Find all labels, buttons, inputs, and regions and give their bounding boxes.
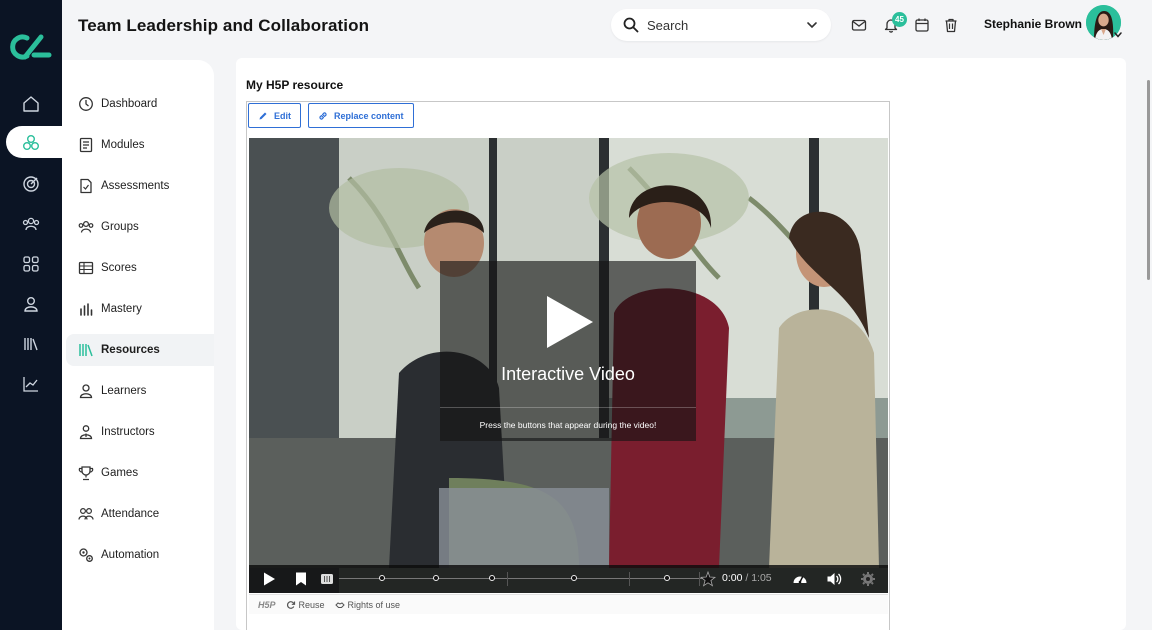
user-name[interactable]: Stephanie Brown — [984, 17, 1082, 31]
sidebar-item-label: Automation — [101, 549, 160, 561]
reuse-icon — [286, 600, 295, 609]
rights-of-use-label: Rights of use — [347, 599, 401, 610]
apps-icon[interactable] — [19, 252, 43, 276]
replace-content-button[interactable]: Replace content — [308, 103, 414, 128]
home-icon[interactable] — [19, 92, 43, 116]
video-time: 0:00 / 1:05 — [722, 572, 772, 584]
search-icon — [623, 17, 639, 33]
calendar-icon[interactable] — [913, 16, 931, 34]
assessments-icon[interactable] — [19, 172, 43, 196]
sidebar-item-dashboard[interactable]: Dashboard — [78, 88, 214, 120]
sidebar-item-label: Games — [101, 467, 139, 479]
mastery-icon — [80, 303, 93, 316]
pencil-icon — [259, 112, 267, 119]
gear-icon[interactable] — [860, 571, 876, 587]
sidebar-item-label: Learners — [101, 385, 147, 397]
assessments-icon — [80, 178, 92, 194]
automation-icon — [79, 548, 93, 562]
sidebar-item-mastery[interactable]: Mastery — [78, 293, 214, 325]
sidebar-item-modules[interactable]: Modules — [78, 129, 214, 161]
resource-title: My H5P resource — [246, 78, 344, 92]
page-scrollbar[interactable] — [1147, 80, 1150, 280]
duration: / 1:05 — [745, 572, 772, 584]
sidebar-item-automation[interactable]: Automation — [78, 539, 214, 571]
interaction-marker[interactable] — [664, 575, 670, 581]
overlay-divider — [440, 407, 696, 408]
play-icon[interactable] — [545, 294, 595, 350]
video-start-overlay[interactable]: Interactive Video Press the buttons that… — [440, 261, 696, 441]
modules-icon[interactable] — [19, 131, 43, 155]
h5p-logo[interactable]: H5P — [258, 600, 276, 610]
sidebar-item-instructors[interactable]: Instructors — [78, 416, 214, 448]
trash-icon[interactable] — [942, 16, 960, 34]
modules-icon — [79, 137, 93, 153]
attendance-icon — [78, 507, 94, 520]
sidebar-item-scores[interactable]: Scores — [78, 252, 214, 284]
app-rail — [0, 0, 66, 630]
groups-icon — [78, 220, 94, 233]
chevron-down-icon[interactable] — [805, 18, 819, 32]
sidebar-item-attendance[interactable]: Attendance — [78, 498, 214, 530]
h5p-actions-bar: H5P Reuse Rights of use — [249, 594, 888, 614]
interaction-marker[interactable] — [489, 575, 495, 581]
playback-speed-icon[interactable] — [792, 571, 808, 587]
search-input[interactable] — [647, 17, 797, 33]
chevron-down-icon[interactable] — [1113, 31, 1123, 39]
video-title: Interactive Video — [501, 364, 635, 384]
chapters-icon[interactable] — [319, 571, 335, 587]
sidebar-item-resources[interactable]: Resources — [66, 334, 214, 366]
mail-icon[interactable] — [850, 16, 868, 34]
sidebar-item-label: Groups — [101, 221, 139, 233]
video-timeline[interactable] — [339, 572, 709, 586]
app-logo[interactable] — [10, 30, 52, 64]
edit-label: Edit — [274, 110, 291, 121]
video-controls: 0:00 / 1:05 — [249, 565, 888, 593]
current-time: 0:00 — [722, 572, 743, 584]
dashboard-icon — [79, 97, 93, 111]
sidebar-item-label: Scores — [101, 262, 137, 274]
sidebar-item-label: Mastery — [101, 303, 142, 315]
user-icon[interactable] — [19, 292, 43, 316]
interaction-marker[interactable] — [571, 575, 577, 581]
learners-icon — [79, 384, 93, 399]
interaction-marker[interactable] — [379, 575, 385, 581]
sidebar-item-label: Modules — [101, 139, 145, 151]
video-subtitle: Press the buttons that appear during the… — [479, 420, 657, 430]
reuse-label: Reuse — [298, 599, 325, 610]
interaction-marker[interactable] — [433, 575, 439, 581]
notification-badge: 45 — [892, 12, 907, 27]
replace-content-label: Replace content — [334, 110, 404, 121]
bookmark-icon[interactable] — [293, 571, 309, 587]
games-icon — [78, 466, 94, 481]
reuse-link[interactable]: Reuse — [286, 600, 325, 610]
handshake-icon — [334, 601, 345, 608]
sidebar-item-groups[interactable]: Groups — [78, 211, 214, 243]
groups-icon[interactable] — [19, 212, 43, 236]
resources-icon — [79, 344, 93, 357]
play-icon[interactable] — [261, 571, 277, 587]
sidebar-item-label: Dashboard — [101, 98, 158, 110]
sidebar-item-label: Attendance — [101, 508, 160, 520]
rights-of-use-link[interactable]: Rights of use — [334, 599, 401, 610]
sidebar-item-games[interactable]: Games — [78, 457, 214, 489]
sidebar-item-label: Instructors — [101, 426, 155, 438]
sidebar-item-label: Resources — [101, 344, 160, 356]
page-title: Team Leadership and Collaboration — [78, 16, 370, 35]
link-icon — [319, 111, 327, 120]
sidebar-item-assessments[interactable]: Assessments — [78, 170, 214, 202]
sidebar-item-label: Assessments — [101, 180, 170, 192]
analytics-icon[interactable] — [19, 372, 43, 396]
edit-button[interactable]: Edit — [248, 103, 301, 128]
sidebar-item-learners[interactable]: Learners — [78, 375, 214, 407]
scores-icon — [78, 261, 94, 275]
library-icon[interactable] — [19, 332, 43, 356]
volume-icon[interactable] — [826, 571, 842, 587]
sidebar: Dashboard Modules Assessments Groups Sco… — [62, 60, 214, 630]
star-icon[interactable] — [700, 571, 716, 587]
interactive-video-player[interactable]: Interactive Video Press the buttons that… — [249, 138, 888, 593]
instructors-icon — [79, 425, 93, 440]
search-box[interactable] — [611, 9, 831, 41]
